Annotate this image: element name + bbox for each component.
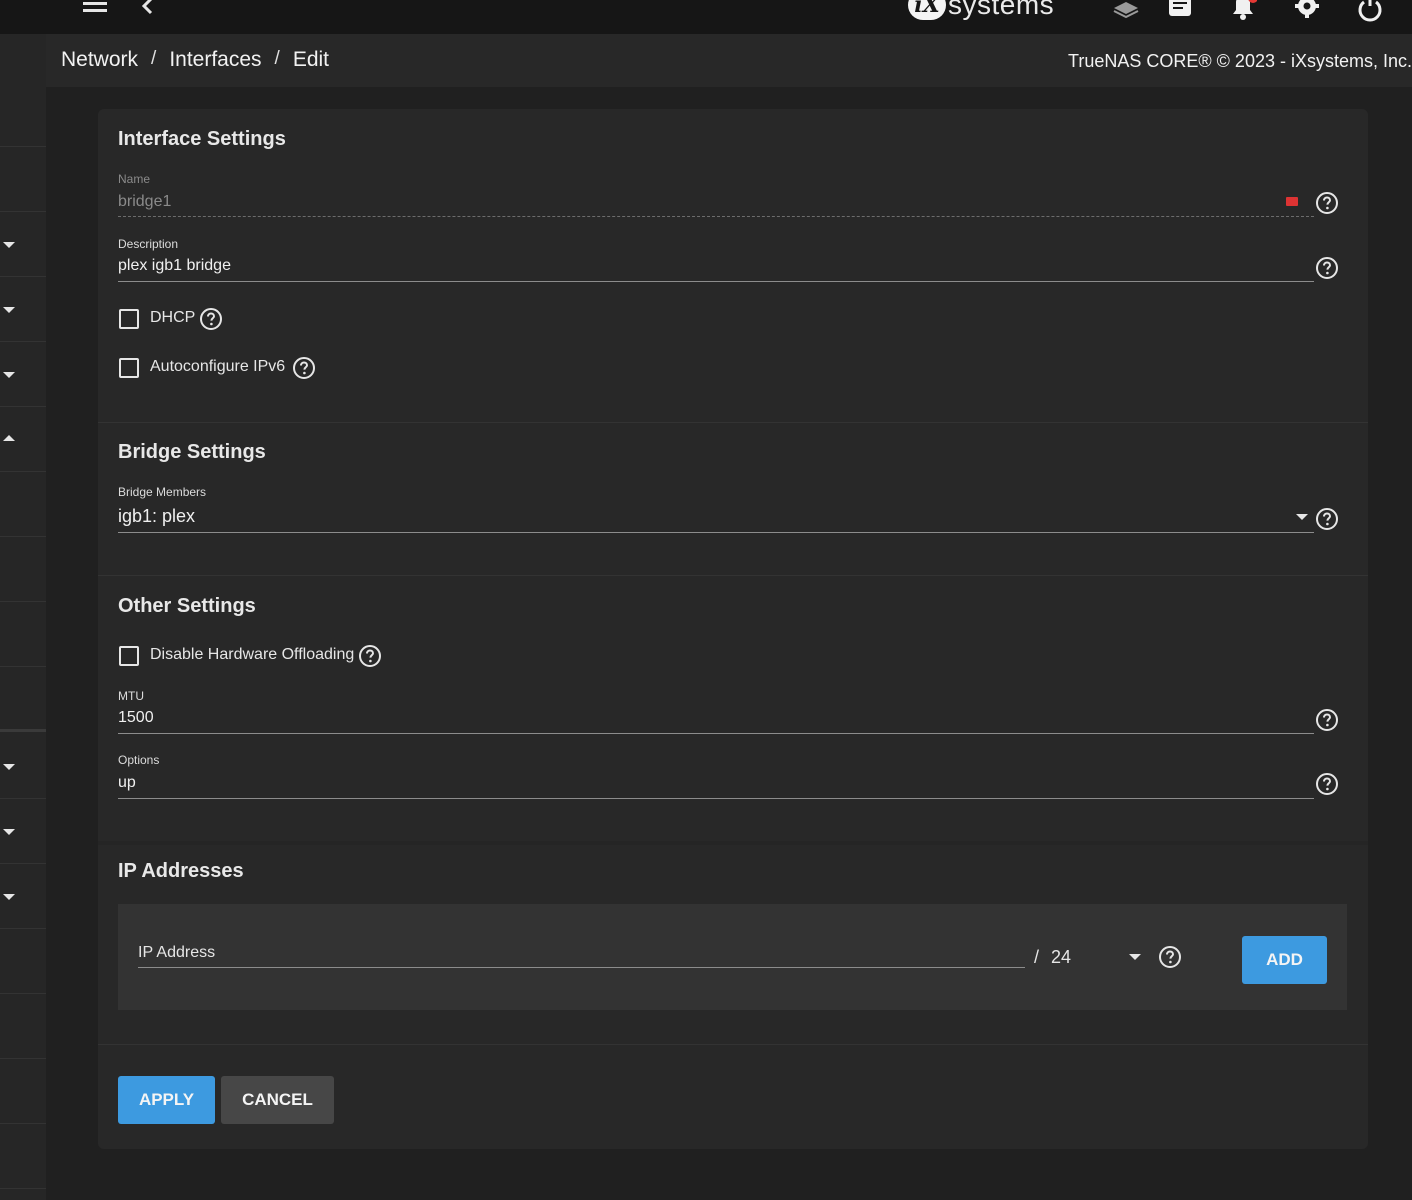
breadcrumb-separator: /: [274, 48, 280, 69]
sidebar-item[interactable]: [0, 277, 46, 342]
ip-address-underline: [138, 967, 1025, 968]
sidebar-item[interactable]: [0, 472, 46, 537]
cancel-button[interactable]: CANCEL: [221, 1076, 334, 1124]
options-underline: [118, 798, 1314, 799]
page-header: Network / Interfaces / Edit TrueNAS CORE…: [46, 34, 1412, 87]
description-field[interactable]: plex igb1 bridge: [118, 257, 231, 275]
chevron-down-icon: [3, 894, 15, 900]
help-icon[interactable]: [292, 356, 316, 380]
options-label: Options: [118, 753, 160, 767]
section-divider: [98, 841, 1368, 845]
chevron-down-icon[interactable]: [1296, 514, 1308, 520]
password-manager-icon[interactable]: [1286, 197, 1298, 206]
breadcrumb: Network / Interfaces / Edit: [61, 48, 329, 72]
autoconfigure-ipv6-checkbox[interactable]: [119, 358, 139, 378]
breadcrumb-interfaces[interactable]: Interfaces: [169, 48, 261, 72]
sidebar-item[interactable]: [0, 734, 46, 799]
breadcrumb-edit: Edit: [292, 48, 329, 71]
sidebar-item[interactable]: [0, 1124, 46, 1189]
help-icon[interactable]: [1315, 507, 1339, 531]
mtu-label: MTU: [118, 689, 144, 703]
notifications-icon[interactable]: [1229, 0, 1257, 24]
options-field[interactable]: up: [118, 774, 136, 792]
apply-button[interactable]: APPLY: [118, 1076, 215, 1124]
help-icon[interactable]: [1315, 772, 1339, 796]
settings-icon[interactable]: [1293, 0, 1321, 24]
help-icon[interactable]: [358, 644, 382, 668]
breadcrumb-network[interactable]: Network: [61, 48, 138, 72]
sidebar-item[interactable]: [0, 602, 46, 667]
section-divider: [98, 1044, 1368, 1045]
dhcp-label[interactable]: DHCP: [150, 309, 195, 327]
section-divider: [98, 422, 1368, 423]
description-label: Description: [118, 237, 179, 251]
breadcrumb-separator: /: [151, 48, 157, 69]
help-icon[interactable]: [1315, 708, 1339, 732]
power-icon[interactable]: [1356, 0, 1384, 24]
description-underline: [118, 281, 1314, 282]
chevron-up-icon: [3, 435, 15, 441]
dhcp-checkbox[interactable]: [119, 309, 139, 329]
bridge-members-underline: [118, 532, 1314, 533]
menu-icon[interactable]: [81, 0, 109, 24]
mtu-underline: [118, 733, 1314, 734]
disable-hardware-offloading-checkbox[interactable]: [119, 646, 139, 666]
top-toolbar: iX systems: [0, 0, 1412, 34]
sidebar: [0, 34, 46, 1200]
back-icon[interactable]: [134, 0, 162, 24]
sidebar-item[interactable]: [0, 342, 46, 407]
sidebar-item[interactable]: [0, 1059, 46, 1124]
truecommand-icon[interactable]: [1112, 0, 1140, 24]
netmask-select[interactable]: 24: [1051, 947, 1071, 968]
sidebar-item[interactable]: [0, 537, 46, 602]
sidebar-item[interactable]: [0, 994, 46, 1059]
name-underline: [118, 216, 1314, 217]
disable-hardware-offloading-label[interactable]: Disable Hardware Offloading: [150, 646, 354, 664]
chevron-down-icon: [3, 829, 15, 835]
sidebar-item[interactable]: [0, 864, 46, 929]
bridge-members-select[interactable]: igb1: plex: [118, 506, 195, 527]
sidebar-item[interactable]: [0, 34, 46, 147]
chevron-down-icon: [3, 307, 15, 313]
section-divider: [98, 575, 1368, 576]
chevron-down-icon: [3, 242, 15, 248]
other-settings-title: Other Settings: [118, 595, 256, 617]
sidebar-item[interactable]: [0, 407, 46, 472]
sidebar-item[interactable]: [0, 799, 46, 864]
name-label: Name: [118, 172, 151, 186]
sidebar-item[interactable]: [0, 147, 46, 212]
sidebar-item[interactable]: [0, 667, 46, 732]
sidebar-item[interactable]: [0, 929, 46, 994]
sidebar-item[interactable]: [0, 212, 46, 277]
bridge-members-label: Bridge Members: [118, 485, 207, 499]
ip-addresses-title: IP Addresses: [118, 860, 244, 882]
help-icon[interactable]: [1315, 191, 1339, 215]
logo-mark: iX: [908, 0, 946, 20]
autoconfigure-ipv6-label[interactable]: Autoconfigure IPv6: [150, 358, 285, 376]
ip-address-input[interactable]: IP Address: [138, 944, 215, 962]
ixsystems-logo[interactable]: iX systems: [908, 0, 1054, 22]
ip-address-row: IP Address / 24 ADD: [118, 904, 1347, 1010]
help-icon[interactable]: [1158, 945, 1182, 969]
mtu-field[interactable]: 1500: [118, 709, 154, 727]
netmask-separator: /: [1034, 947, 1040, 967]
help-icon[interactable]: [199, 307, 223, 331]
name-field: bridge1: [118, 193, 172, 210]
add-ip-button[interactable]: ADD: [1242, 936, 1327, 984]
logo-text: systems: [948, 0, 1055, 20]
interface-settings-title: Interface Settings: [118, 128, 286, 150]
chevron-down-icon: [3, 372, 15, 378]
tasks-icon[interactable]: [1166, 0, 1194, 24]
interface-edit-form: Interface Settings Name bridge1 Descript…: [98, 109, 1368, 1149]
chevron-down-icon[interactable]: [1129, 954, 1141, 960]
bridge-settings-title: Bridge Settings: [118, 441, 266, 463]
help-icon[interactable]: [1315, 256, 1339, 280]
copyright[interactable]: TrueNAS CORE® © 2023 - iXsystems, Inc.: [1068, 51, 1412, 72]
chevron-down-icon: [3, 764, 15, 770]
